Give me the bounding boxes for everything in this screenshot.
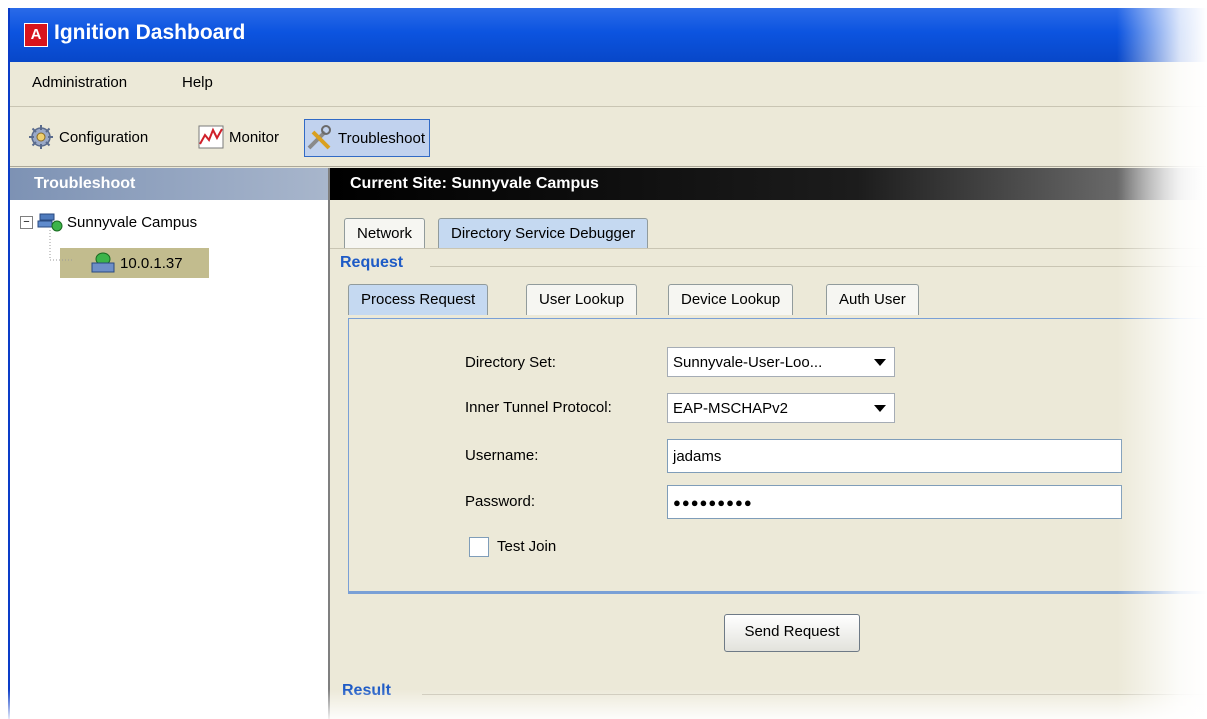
tree-label: Sunnyvale Campus <box>67 213 198 231</box>
tree-label: 10.0.1.37 <box>120 254 183 272</box>
protocol-select[interactable]: EAP-MSCHAPv2 <box>667 393 895 423</box>
protocol-label: Inner Tunnel Protocol: <box>465 399 612 416</box>
app-logo-icon: A <box>24 23 48 47</box>
process-request-panel: Directory Set: Sunnyvale-User-Loo... Inn… <box>348 318 1207 594</box>
username-field[interactable]: jadams <box>667 439 1122 473</box>
tools-icon <box>307 125 331 150</box>
password-label: Password: <box>465 493 536 510</box>
tab-directory-service-debugger[interactable]: Directory Service Debugger <box>438 218 649 249</box>
toolbar: Configuration Monitor Troubleshoot <box>10 107 1207 167</box>
troubleshoot-label: Troubleshoot <box>338 129 425 147</box>
server-icon <box>91 252 115 273</box>
result-section-label: Result <box>342 682 391 699</box>
directory-set-value: Sunnyvale-User-Loo... <box>673 354 823 371</box>
request-section-label: Request <box>340 254 404 271</box>
menu-help[interactable]: Help <box>182 74 213 91</box>
password-field[interactable]: ●●●●●●●●● <box>667 485 1122 519</box>
current-site-header: Current Site: Sunnyvale Campus <box>330 168 1207 200</box>
tab-network[interactable]: Network <box>344 218 426 249</box>
troubleshoot-button[interactable]: Troubleshoot <box>304 119 430 157</box>
subtab-auth-user[interactable]: Auth User <box>826 284 919 315</box>
username-label: Username: <box>465 447 539 464</box>
result-divider <box>422 694 1207 695</box>
tab-divider <box>330 248 1207 249</box>
subtab-user-lookup[interactable]: User Lookup <box>526 284 638 315</box>
send-request-button[interactable]: Send Request <box>724 614 860 652</box>
monitor-button[interactable]: Monitor <box>198 119 279 155</box>
tree-connector <box>49 230 74 261</box>
test-join-checkbox[interactable] <box>469 537 489 557</box>
tree-node-sunnyvale-campus[interactable]: − Sunnyvale Campus <box>20 212 197 232</box>
configuration-button[interactable]: Configuration <box>28 119 148 155</box>
chart-icon <box>198 125 224 149</box>
request-divider <box>430 266 1207 267</box>
menu-administration[interactable]: Administration <box>32 74 127 91</box>
monitor-label: Monitor <box>229 128 280 146</box>
sidebar: Troubleshoot − Sunnyvale Campus 10.0.1.3… <box>10 168 330 719</box>
protocol-value: EAP-MSCHAPv2 <box>673 400 789 417</box>
test-join-label: Test Join <box>497 538 557 555</box>
sidebar-header: Troubleshoot <box>10 168 328 200</box>
title-bar: A Ignition Dashboard <box>10 8 1207 62</box>
chevron-down-icon <box>874 359 886 366</box>
chevron-down-icon <box>874 405 886 412</box>
directory-set-label: Directory Set: <box>465 354 556 371</box>
directory-set-select[interactable]: Sunnyvale-User-Loo... <box>667 347 895 377</box>
window-title: Ignition Dashboard <box>54 21 246 44</box>
collapse-icon[interactable]: − <box>20 215 33 229</box>
menu-bar: Administration Help <box>10 62 1207 107</box>
gear-icon <box>29 125 53 149</box>
app-window: A Ignition Dashboard Administration Help… <box>8 8 1207 719</box>
subtab-device-lookup[interactable]: Device Lookup <box>668 284 794 315</box>
subtab-process-request[interactable]: Process Request <box>348 284 489 315</box>
configuration-label: Configuration <box>59 128 149 146</box>
network-icon <box>37 213 63 232</box>
